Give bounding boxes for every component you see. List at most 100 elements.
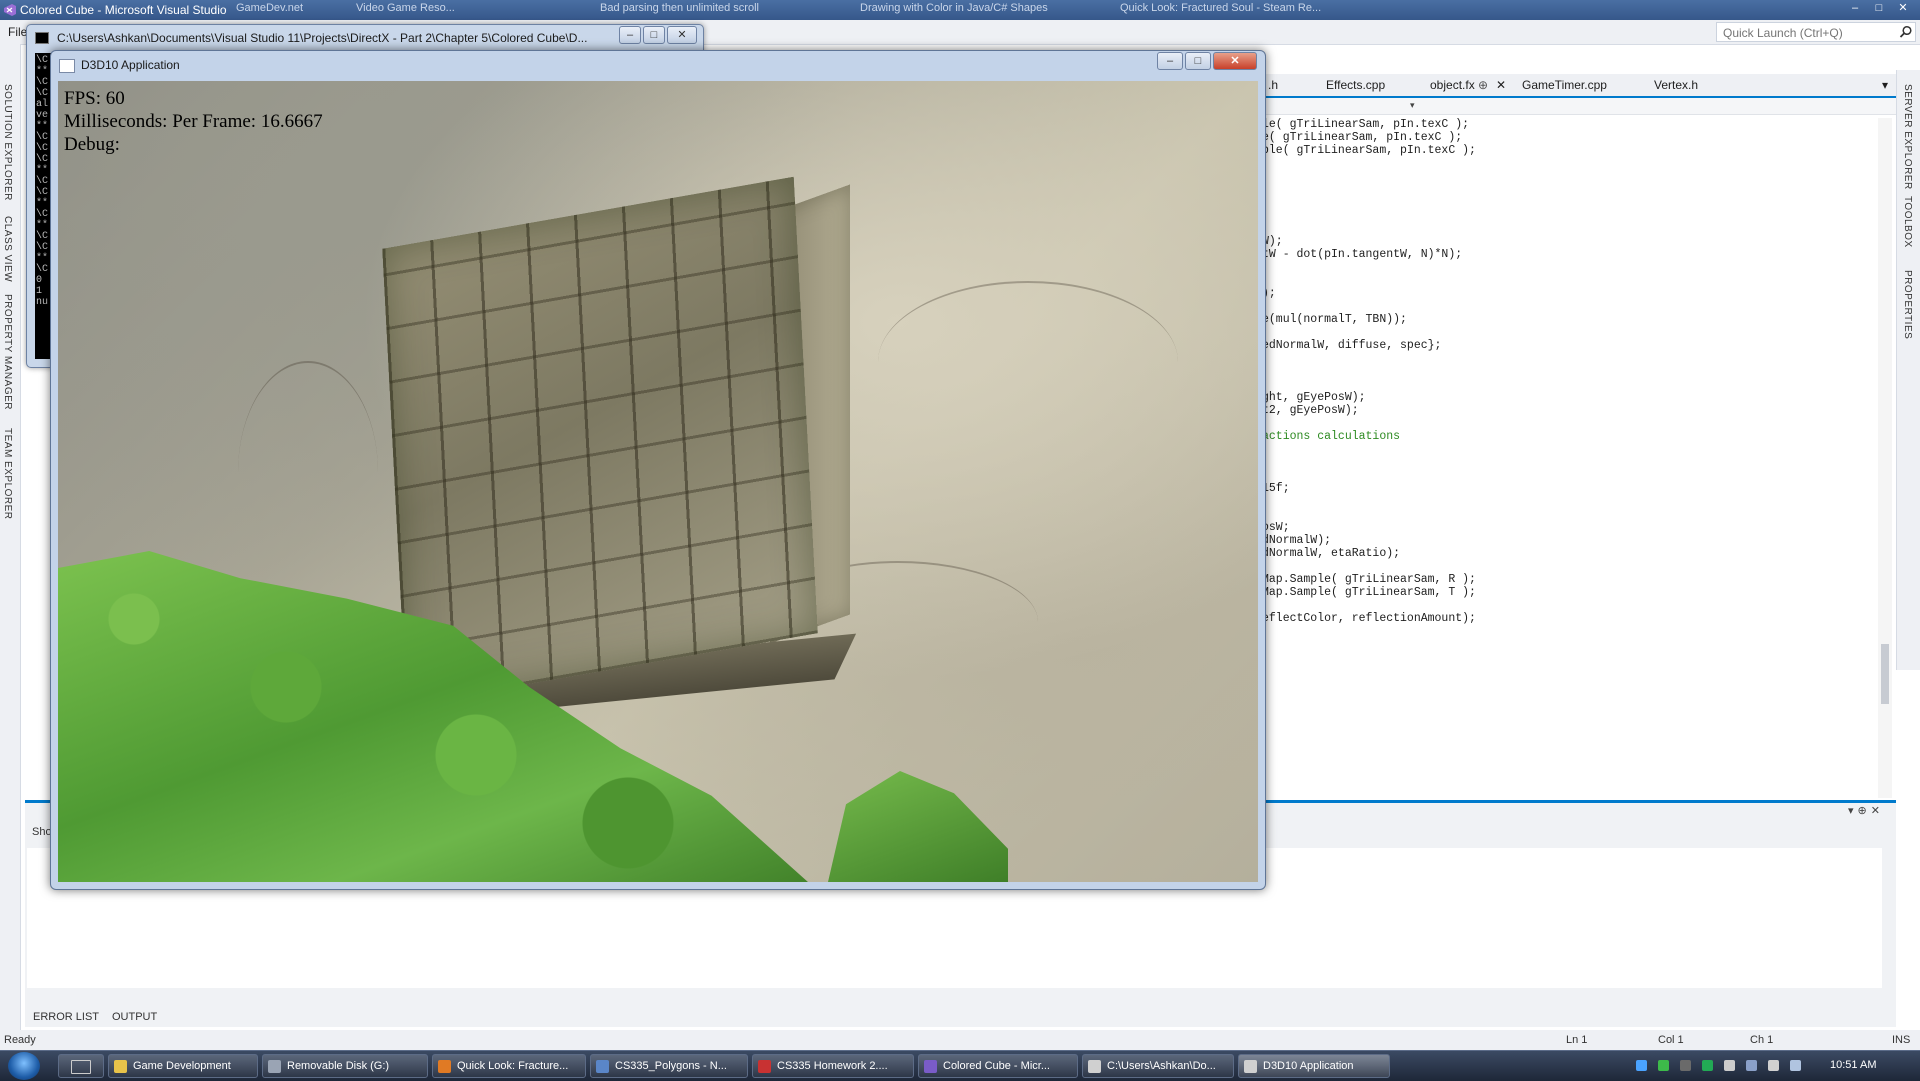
minimize-icon[interactable]: –: [1844, 0, 1866, 16]
navigation-bar[interactable]: ▾: [1260, 98, 1896, 115]
taskbar-button-label: Removable Disk (G:): [287, 1060, 390, 1072]
tab-error-list[interactable]: ERROR LIST: [33, 1011, 99, 1023]
search-icon[interactable]: [1899, 25, 1913, 39]
tab-output[interactable]: OUTPUT: [112, 1011, 157, 1023]
chevron-down-icon[interactable]: ▾: [1410, 100, 1415, 111]
vs-title-bar: Colored Cube - Microsoft Visual Studio G…: [0, 0, 1920, 20]
minimize-icon[interactable]: –: [619, 26, 641, 44]
taskbar-button[interactable]: D3D10 Application: [1238, 1054, 1390, 1078]
tab-team-explorer[interactable]: TEAM EXPLORER: [2, 428, 13, 520]
maximize-icon[interactable]: □: [643, 26, 665, 44]
minimize-icon[interactable]: –: [1157, 52, 1183, 70]
tab-solution-explorer[interactable]: SOLUTION EXPLORER: [2, 84, 13, 201]
hud-overlay: FPS: 60 Milliseconds: Per Frame: 16.6667…: [64, 87, 323, 156]
status-insert-mode: INS: [1892, 1034, 1911, 1046]
taskbar-app-icon: [1088, 1060, 1101, 1073]
taskbar-button[interactable]: CS335_Polygons - N...: [590, 1054, 748, 1078]
quick-launch[interactable]: [1716, 22, 1916, 42]
maximize-icon[interactable]: □: [1185, 52, 1211, 70]
code-line: Map.Sample( gTriLinearSam, R );: [1262, 573, 1476, 586]
tray-network-icon[interactable]: [1636, 1060, 1647, 1071]
d3d10-window[interactable]: D3D10 Application – □ ✕ FPS: 60 Millisec…: [50, 50, 1266, 890]
tray-app-icon[interactable]: [1680, 1060, 1691, 1071]
tab-toolbox[interactable]: TOOLBOX: [1902, 196, 1913, 248]
close-icon[interactable]: ✕: [1213, 52, 1257, 70]
menu-file[interactable]: File: [8, 25, 27, 39]
console-line: **: [36, 165, 49, 176]
taskbar-app-icon: [924, 1060, 937, 1073]
render-viewport[interactable]: FPS: 60 Milliseconds: Per Frame: 16.6667…: [58, 81, 1258, 882]
tab-header-file[interactable]: .h: [1268, 78, 1278, 92]
tab-list-dropdown-icon[interactable]: ▾: [1882, 78, 1888, 92]
close-tab-icon[interactable]: ✕: [1496, 78, 1506, 92]
taskbar-button[interactable]: Removable Disk (G:): [262, 1054, 428, 1078]
status-ready: Ready: [4, 1034, 36, 1046]
console-line: \C: [36, 187, 49, 198]
code-text[interactable]: le( gTriLinearSam, pIn.texC ); e( gTriLin…: [1262, 118, 1882, 758]
tab-class-view[interactable]: CLASS VIEW: [2, 216, 13, 282]
output-pane-controls[interactable]: ▾⊕✕: [1848, 804, 1884, 817]
code-line: dNormalW, etaRatio);: [1262, 547, 1401, 560]
d3d10-title-bar[interactable]: D3D10 Application – □ ✕: [51, 51, 1265, 79]
taskbar-button[interactable]: C:\Users\Ashkan\Do...: [1082, 1054, 1234, 1078]
taskbar-clock[interactable]: 10:51 AM: [1830, 1059, 1876, 1071]
code-line: 15f;: [1262, 482, 1290, 495]
start-button[interactable]: [8, 1052, 40, 1080]
scrollbar-thumb[interactable]: [1881, 644, 1889, 704]
taskbar-button[interactable]: CS335 Homework 2....: [752, 1054, 914, 1078]
console-output[interactable]: \C ** \C \C al ve ** \C \C \C ** \C \C ** \C ** \C \C ** \C…: [35, 53, 51, 359]
console-line: \C: [36, 231, 49, 242]
background-browser-tab: Quick Look: Fractured Soul - Steam Re...: [1120, 2, 1322, 14]
console-line: **: [36, 121, 49, 132]
pin-icon[interactable]: ⊕: [1478, 78, 1488, 92]
tab-properties[interactable]: PROPERTIES: [1902, 270, 1913, 339]
taskbar-app-icon: [114, 1060, 127, 1073]
tray-app-icon[interactable]: [1702, 1060, 1713, 1071]
maximize-icon[interactable]: □: [1868, 0, 1890, 16]
volume-icon[interactable]: [1768, 1060, 1779, 1071]
taskbar-app-icon: [268, 1060, 281, 1073]
console-line: al: [36, 99, 49, 110]
taskbar-button[interactable]: Quick Look: Fracture...: [432, 1054, 586, 1078]
code-line: le( gTriLinearSam, pIn.texC );: [1262, 118, 1470, 131]
code-line: ple( gTriLinearSam, pIn.texC );: [1262, 144, 1476, 157]
taskbar-button[interactable]: Colored Cube - Micr...: [918, 1054, 1078, 1078]
tab-server-explorer[interactable]: SERVER EXPLORER: [1902, 84, 1913, 190]
console-line: \C: [36, 264, 49, 275]
tray-app-icon[interactable]: [1658, 1060, 1669, 1071]
taskbar-button-label: Colored Cube - Micr...: [943, 1060, 1050, 1072]
fps-readout: FPS: 60: [64, 88, 125, 109]
console-line: \C: [36, 55, 49, 66]
taskbar-button-label: C:\Users\Ashkan\Do...: [1107, 1060, 1216, 1072]
close-icon[interactable]: ✕: [667, 26, 697, 44]
background-browser-tab: Video Game Reso...: [356, 2, 455, 14]
console-line: 1: [36, 286, 43, 297]
console-line: \C: [36, 88, 49, 99]
console-line: \C: [36, 154, 49, 165]
window-app-icon: [59, 59, 75, 73]
tab-vertex-h[interactable]: Vertex.h: [1654, 78, 1698, 92]
tray-app-icon[interactable]: [1724, 1060, 1735, 1071]
left-tool-strip: SOLUTION EXPLORER CLASS VIEW PROPERTY MA…: [0, 44, 21, 1034]
editor-scrollbar[interactable]: [1878, 118, 1892, 798]
tab-effects-cpp[interactable]: Effects.cpp: [1326, 78, 1385, 92]
tray-flag-icon[interactable]: [1746, 1060, 1757, 1071]
background-browser-tab: Drawing with Color in Java/C# Shapes: [860, 2, 1048, 14]
code-line: eflectColor, reflectionAmount);: [1262, 612, 1476, 625]
output-tabs: ERROR LIST OUTPUT: [25, 1008, 1896, 1028]
console-line: \C: [36, 143, 49, 154]
quick-launch-input[interactable]: [1721, 24, 1897, 42]
taskbar-app-icon: [596, 1060, 609, 1073]
show-desktop-icon[interactable]: [58, 1054, 104, 1078]
taskbar-button[interactable]: Game Development: [108, 1054, 258, 1078]
taskbar-app-icon: [1244, 1060, 1257, 1073]
document-tab-strip: .h Effects.cpp object.fx ⊕ ✕ GameTimer.c…: [1260, 74, 1896, 98]
code-line: dNormalW);: [1262, 534, 1332, 547]
taskbar-button-label: CS335 Homework 2....: [777, 1060, 888, 1072]
tab-property-manager[interactable]: PROPERTY MANAGER: [2, 294, 13, 410]
close-icon[interactable]: ✕: [1892, 0, 1914, 16]
tab-object-fx[interactable]: object.fx: [1430, 78, 1475, 92]
tray-network-icon[interactable]: [1790, 1060, 1801, 1071]
foliage-ground: [828, 771, 1008, 882]
tab-gametimer-cpp[interactable]: GameTimer.cpp: [1522, 78, 1607, 92]
